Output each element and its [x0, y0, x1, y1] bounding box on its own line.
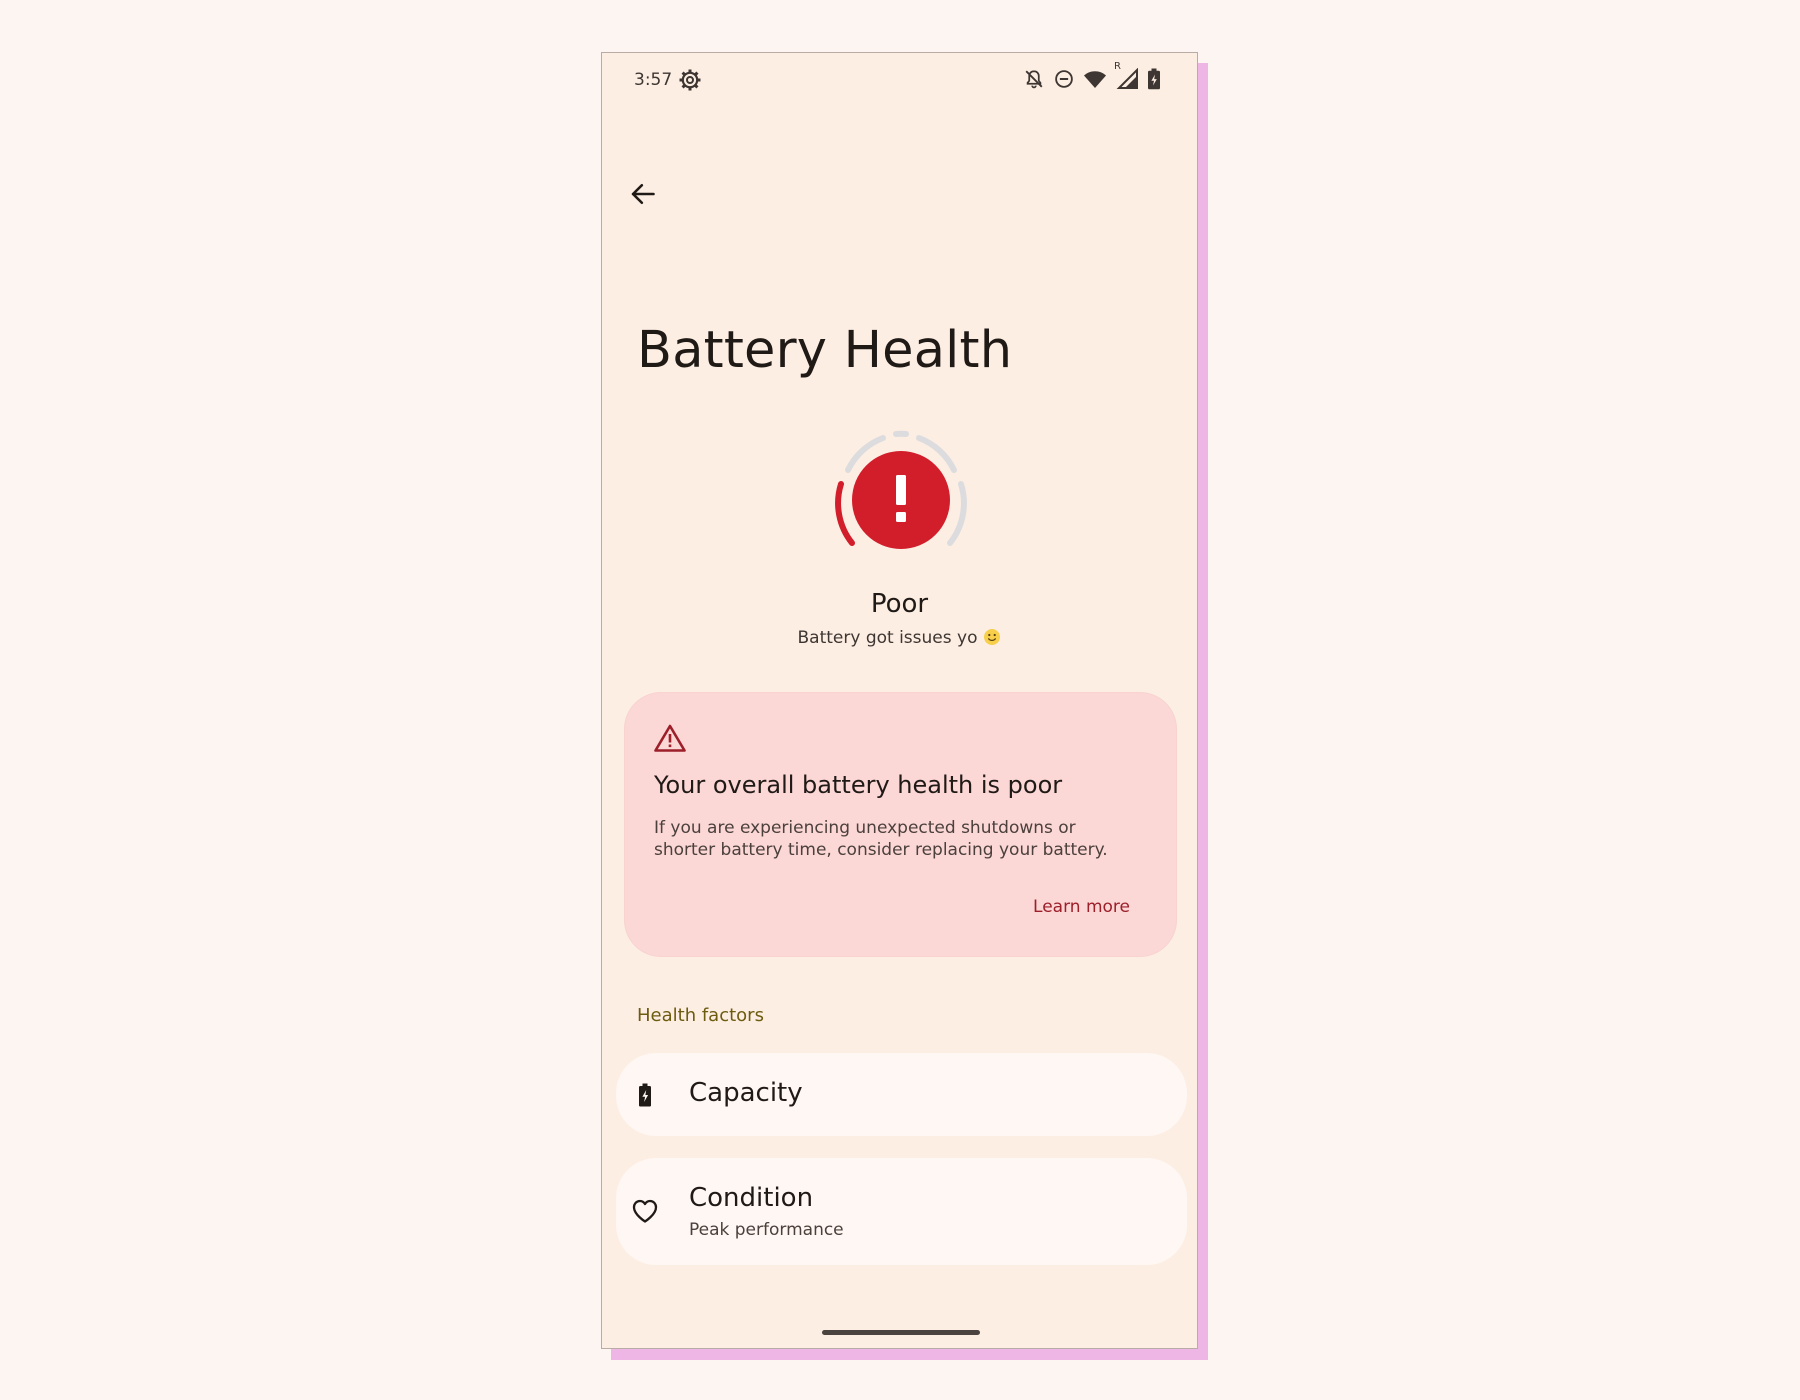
exclamation-icon — [896, 475, 906, 522]
warning-triangle-icon — [653, 723, 687, 753]
health-status-subtitle: Battery got issues yo — [602, 628, 1197, 648]
health-factors-header: Health factors — [637, 1005, 764, 1026]
gauge-level-arc — [835, 481, 855, 546]
do-not-disturb-icon — [1053, 68, 1075, 90]
health-factor-capacity[interactable]: Capacity — [616, 1053, 1187, 1136]
status-icons: R — [1023, 61, 1161, 90]
roaming-indicator: R — [1114, 61, 1121, 72]
wifi-icon — [1083, 68, 1107, 90]
back-button[interactable] — [620, 173, 666, 219]
capacity-title: Capacity — [689, 1078, 803, 1108]
heart-outline-icon — [630, 1196, 660, 1226]
battery-charging-icon — [630, 1080, 660, 1110]
warning-body: If you are experiencing unexpected shutd… — [654, 818, 1108, 860]
settings-gear-icon — [678, 68, 702, 92]
condition-summary: Peak performance — [689, 1220, 844, 1240]
gauge-track-segment — [947, 481, 967, 546]
home-indicator[interactable] — [822, 1330, 980, 1335]
phone-screen: 3:57 R Battery Health Poor Battery got i… — [601, 52, 1198, 1349]
health-factor-condition[interactable]: Condition Peak performance — [616, 1158, 1187, 1265]
battery-warning-card: Your overall battery health is poor If y… — [625, 693, 1176, 956]
status-bar: 3:57 R — [602, 53, 1197, 105]
page-title: Battery Health — [637, 321, 1013, 380]
health-status-label: Poor — [870, 589, 929, 619]
cell-signal-roaming-icon: R — [1114, 61, 1139, 90]
warning-title: Your overall battery health is poor — [654, 771, 1063, 799]
battery-health-gauge — [824, 423, 978, 577]
battery-charging-icon — [1147, 68, 1161, 90]
condition-title: Condition — [689, 1183, 814, 1213]
status-time: 3:57 — [634, 70, 673, 90]
arrow-back-icon — [629, 180, 657, 212]
notifications-off-icon — [1023, 68, 1045, 90]
slightly-smiling-face-emoji-icon — [983, 628, 1001, 646]
learn-more-link[interactable]: Learn more — [1033, 897, 1130, 917]
health-subtitle-text: Battery got issues yo — [797, 628, 978, 648]
